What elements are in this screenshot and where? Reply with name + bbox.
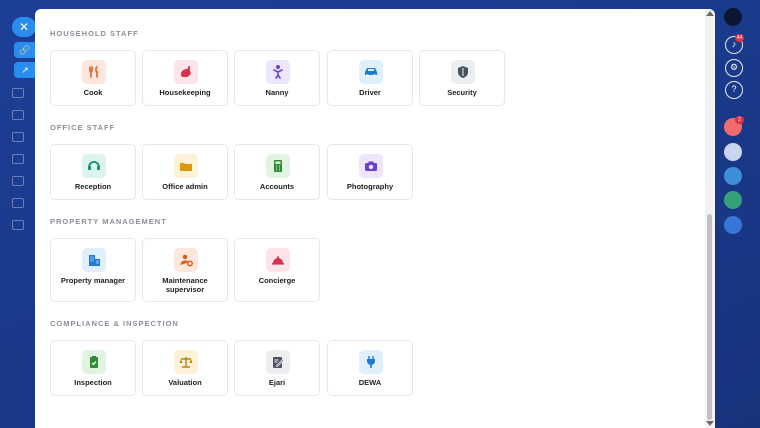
cook-icon: [82, 60, 106, 84]
notifications-badge: 44: [735, 34, 744, 42]
category-card-dewa[interactable]: DEWA: [327, 340, 413, 396]
app-icon-2[interactable]: [724, 191, 742, 209]
section-title-household-staff: HOUSEHOLD STAFF: [50, 29, 139, 38]
staff-category-modal: HOUSEHOLD STAFF Cook Housekeeping Nanny …: [35, 9, 715, 428]
category-label: Concierge: [258, 276, 296, 285]
category-card-nanny[interactable]: Nanny: [234, 50, 320, 106]
cart-icon: [12, 110, 24, 120]
link-icon: 🔗: [19, 45, 31, 55]
edit-icon: [12, 154, 24, 164]
chart-icon: [12, 176, 24, 186]
help-icon: ?: [731, 84, 737, 94]
users-icon: [12, 220, 24, 230]
link-tab-button[interactable]: 🔗: [14, 42, 36, 58]
category-label: Housekeeping: [159, 88, 211, 97]
property-manager-icon: [82, 248, 106, 272]
inspection-icon: [82, 350, 106, 374]
category-card-concierge[interactable]: Concierge: [234, 238, 320, 302]
housekeeping-icon: [174, 60, 198, 84]
category-card-inspection[interactable]: Inspection: [50, 340, 136, 396]
category-label: Cook: [83, 88, 103, 97]
document-icon: [12, 132, 24, 142]
category-card-accounts[interactable]: Accounts: [234, 144, 320, 200]
concierge-icon: [266, 248, 290, 272]
ejari-icon: [266, 350, 290, 374]
category-card-ejari[interactable]: Ejari: [234, 340, 320, 396]
category-label: Photography: [346, 182, 394, 191]
category-label: Property manager: [60, 276, 126, 285]
category-label: DEWA: [358, 378, 382, 387]
category-card-maintenance-supervisor[interactable]: Maintenance supervisor: [142, 238, 228, 302]
category-card-security[interactable]: Security: [419, 50, 505, 106]
category-label: Accounts: [259, 182, 295, 191]
category-label: Nanny: [265, 88, 289, 97]
category-label: Office admin: [162, 182, 208, 191]
close-button[interactable]: ✕: [12, 17, 36, 37]
accounts-icon: [266, 154, 290, 178]
scroll-up-arrow-icon[interactable]: [706, 11, 714, 16]
category-card-valuation[interactable]: Valuation: [142, 340, 228, 396]
menu-icon: [12, 88, 24, 98]
right-rail: ♪ 44 ⚙ ? 2: [718, 0, 760, 428]
driver-icon: [359, 60, 383, 84]
section-title-property-management: PROPERTY MANAGEMENT: [50, 217, 167, 226]
nanny-icon: [266, 60, 290, 84]
category-card-property-manager[interactable]: Property manager: [50, 238, 136, 302]
app-icon-3[interactable]: [724, 216, 742, 234]
category-card-office-admin[interactable]: Office admin: [142, 144, 228, 200]
external-link-icon: ↗: [21, 65, 29, 75]
section-title-compliance-inspection: COMPLIANCE & INSPECTION: [50, 319, 179, 328]
valuation-icon: [174, 350, 198, 374]
office-admin-icon: [174, 154, 198, 178]
external-link-tab-button[interactable]: ↗: [14, 62, 36, 78]
gear-icon: ⚙: [729, 62, 739, 72]
category-card-cook[interactable]: Cook: [50, 50, 136, 106]
modal-scroll-content: HOUSEHOLD STAFF Cook Housekeeping Nanny …: [35, 9, 705, 428]
security-icon: [451, 60, 475, 84]
category-label: Driver: [359, 88, 381, 97]
category-card-housekeeping[interactable]: Housekeeping: [142, 50, 228, 106]
section-title-office-staff: OFFICE STAFF: [50, 123, 116, 132]
user-avatar-2[interactable]: [724, 143, 742, 161]
category-label: Reception: [74, 182, 112, 191]
inbox-icon: [12, 198, 24, 208]
help-button[interactable]: ?: [725, 81, 743, 99]
category-card-driver[interactable]: Driver: [327, 50, 413, 106]
category-label: Inspection: [74, 378, 112, 387]
avatar[interactable]: [724, 8, 742, 26]
photography-icon: [359, 154, 383, 178]
category-label: Ejari: [268, 378, 286, 387]
modal-scrollbar[interactable]: [705, 9, 715, 428]
category-card-reception[interactable]: Reception: [50, 144, 136, 200]
reception-icon: [82, 154, 106, 178]
maintenance-supervisor-icon: [174, 248, 198, 272]
app-icon-1[interactable]: [724, 167, 742, 185]
scroll-down-arrow-icon[interactable]: [706, 421, 714, 426]
category-label: Maintenance supervisor: [162, 276, 208, 294]
scroll-thumb[interactable]: [707, 214, 712, 420]
close-icon: ✕: [18, 20, 30, 34]
category-card-photography[interactable]: Photography: [327, 144, 413, 200]
dewa-icon: [359, 350, 383, 374]
user-badge: 2: [735, 116, 744, 124]
category-label: Valuation: [168, 378, 202, 387]
category-label: Security: [447, 88, 477, 97]
settings-button[interactable]: ⚙: [725, 59, 743, 77]
